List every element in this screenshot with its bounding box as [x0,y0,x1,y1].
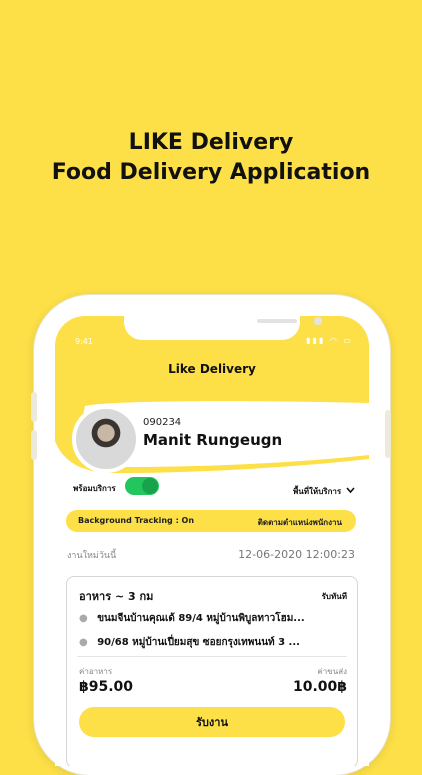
service-area-label: พื้นที่ให้บริการ [293,487,342,496]
status-icons: ▮▮▮ ◠ ▭ [306,336,353,345]
dropoff-address: ● 90/68 หมู่บ้านเปี่ยมสุข ซอยกรุงเทพนนท์… [79,635,300,650]
service-toggle[interactable] [125,477,159,495]
service-area-dropdown[interactable]: พื้นที่ให้บริการ [293,485,355,498]
tracking-link[interactable]: ติดตามตำแหน่งพนักงาน [258,516,342,529]
job-datetime: 12-06-2020 12:00:23 [238,548,355,561]
avatar[interactable] [72,405,140,473]
order-type: อาหาร ~ 3 กม [79,590,154,603]
tracking-status: Background Tracking : On [78,516,195,525]
tracking-bar[interactable]: Background Tracking : On ติดตามตำแหน่งพน… [66,510,356,532]
dropoff-address-text: 90/68 หมู่บ้านเปี่ยมสุข ซอยกรุงเทพนนท์ 3… [97,637,300,648]
new-jobs-label: งานใหม่วันนี้ [67,551,117,561]
phone-notch [124,316,322,340]
headline-line2: Food Delivery Application [51,160,371,185]
status-time: 9:41 [75,337,93,346]
toggle-knob [142,478,158,494]
accept-job-button[interactable]: รับงาน [79,707,345,737]
delivery-cost-label: ค่าขนส่ง [317,667,347,676]
order-timing: รับทันที [321,592,347,601]
food-cost: ฿95.00 [79,679,134,695]
camera [314,317,322,325]
headline-line1: LIKE Delivery [128,130,294,155]
user-name: Manit Rungeugn [143,431,283,449]
pickup-address-text: ขนมจีนบ้านคุณเด้ 89/4 หมู่บ้านพิบูลทาวโฮ… [97,613,305,624]
divider [77,656,347,657]
user-id: 090234 [143,417,182,428]
pickup-address: ● ขนมจีนบ้านคุณเด้ 89/4 หมู่บ้านพิบูลทาว… [79,611,305,626]
location-pin-icon: ● [79,637,88,648]
food-cost-label: ค่าอาหาร [79,667,113,676]
phone-side-button [31,392,37,422]
app-title: Like Delivery [168,362,256,376]
phone-screen: 9:41 ▮▮▮ ◠ ▭ Like Delivery 090234 Manit … [55,316,369,766]
service-ready-label: พร้อมบริการ [73,484,116,493]
location-pin-icon: ● [79,613,88,624]
chevron-down-icon [346,487,355,494]
speaker [257,319,297,323]
phone-side-button [31,430,37,460]
headline: LIKE Delivery Food Delivery Application [0,128,422,188]
order-card[interactable]: อาหาร ~ 3 กม รับทันที ● ขนมจีนบ้านคุณเด้… [66,576,358,766]
phone-side-button [385,410,391,458]
delivery-cost: 10.00฿ [292,679,347,695]
